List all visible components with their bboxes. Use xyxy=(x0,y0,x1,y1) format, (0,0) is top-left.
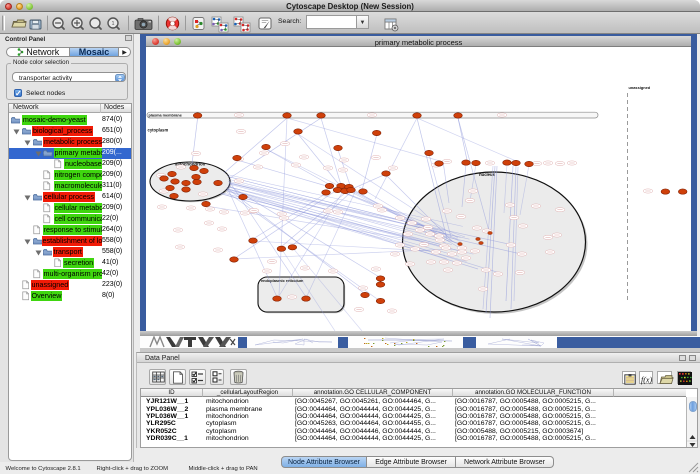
svg-text:cytoplasm: cytoplasm xyxy=(148,128,169,133)
svg-text:unassigned: unassigned xyxy=(629,85,651,90)
svg-text:plasma membrane: plasma membrane xyxy=(149,113,182,117)
svg-text:f(x): f(x) xyxy=(641,376,652,385)
svg-text:endoplasmic reticulum: endoplasmic reticulum xyxy=(261,278,304,283)
svg-text:nucleus: nucleus xyxy=(479,172,495,177)
